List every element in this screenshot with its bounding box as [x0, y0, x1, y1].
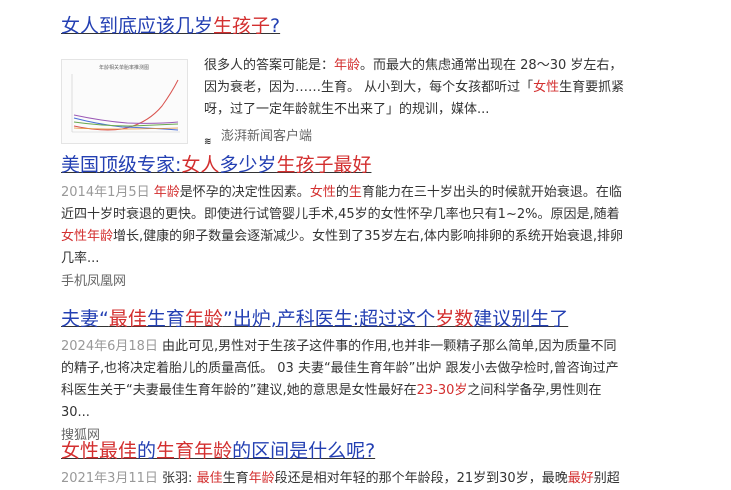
highlighted-keyword: 年龄 [153, 185, 180, 200]
result-source[interactable]: 手机凤凰网 [61, 272, 629, 292]
text-run: 多少岁 [219, 154, 277, 176]
highlighted-keyword: 最好 [567, 471, 594, 486]
highlighted-keyword: 23-30岁 [416, 383, 468, 398]
highlighted-keyword: 最佳 [108, 308, 147, 330]
result-snippet-text: 张羽: 最佳生育年龄段还是相对年轻的那个年龄段，21岁到30岁，最晚最好别超 [162, 471, 620, 486]
highlighted-keyword: 生 [348, 185, 362, 200]
highlighted-keyword: 最佳 [99, 440, 138, 462]
text-run: 生育 [222, 471, 249, 486]
highlighted-keyword: 岁数 [435, 308, 474, 330]
text-run: 别超 [593, 471, 620, 486]
result-date: 2024年6月18日 [61, 339, 158, 354]
search-results-page: 女人到底应该几岁生孩子? 年龄相关单胎率推测图 很多人的答案可能是：年龄。而最大… [0, 0, 731, 490]
thumbnail-title: 年龄相关单胎率推测图 [99, 64, 149, 71]
result-item: 美国顶级专家:女人多少岁生孩子最好 2014年1月5日 年龄是怀孕的决定性因素。… [61, 152, 629, 292]
highlighted-keyword: 女性 [309, 185, 336, 200]
highlighted-keyword: 年龄 [184, 308, 223, 330]
text-run: 的区间是什么呢? [232, 440, 376, 462]
text-run: ? [270, 15, 281, 37]
highlighted-keyword: 生孩子 [213, 15, 271, 37]
result-item: 女性最佳的生育年龄的区间是什么呢? 2021年3月11日 张羽: 最佳生育年龄段… [61, 438, 629, 490]
source-logo-icon: ≋ [204, 131, 217, 147]
text-run: 女人到底应该几岁 [61, 15, 214, 37]
text-run: 的 [137, 440, 157, 462]
result-snippet: 很多人的答案可能是：年龄。而最大的焦虑通常出现在 28～30 岁左右，因为衰老，… [204, 55, 632, 121]
result-snippet: 2024年6月18日 由此可见,男性对于生孩子这件事的作用,也并非一颗精子那么简… [61, 336, 629, 424]
highlighted-keyword: 生育 [156, 440, 195, 462]
result-title-link[interactable]: 女性最佳的生育年龄的区间是什么呢? [61, 438, 629, 464]
highlighted-keyword: 年龄 [194, 440, 233, 462]
highlighted-keyword: 女性 [533, 80, 560, 95]
result-snippet: 2021年3月11日 张羽: 最佳生育年龄段还是相对年轻的那个年龄段，21岁到3… [61, 468, 629, 490]
text-run: 段还是相对年轻的那个年龄段，21岁到30岁，最晚 [274, 471, 568, 486]
highlighted-keyword: 女性 [61, 440, 100, 462]
text-run: 生育 [146, 308, 185, 330]
text-run: 张羽: [162, 471, 197, 486]
result-item: 夫妻“最佳生育年龄”出炉,产科医生:超过这个岁数建议别生了 2024年6月18日… [61, 306, 629, 446]
text-run: 美国顶级专家: [61, 154, 182, 176]
text-run: 的 [335, 185, 349, 200]
result-item: 女人到底应该几岁生孩子? 年龄相关单胎率推测图 很多人的答案可能是：年龄。而最大… [61, 13, 629, 147]
text-run: 增长,健康的卵子数量会逐渐减少。女性到了35岁左右,体内影响排卵的系统开始衰退,… [61, 229, 623, 266]
highlighted-keyword: 女性年龄 [61, 229, 114, 244]
result-title-link[interactable]: 美国顶级专家:女人多少岁生孩子最好 [61, 152, 629, 178]
text-run: 很多人的答案可能是： [204, 58, 335, 73]
result-date: 2014年1月5日 [61, 185, 150, 200]
result-snippet: 2014年1月5日 年龄是怀孕的决定性因素。女性的生育能力在三十岁出头的时候就开… [61, 182, 629, 270]
highlighted-keyword: 生孩子最好 [276, 154, 372, 176]
highlighted-keyword: 年龄 [334, 58, 361, 73]
result-thumbnail[interactable]: 年龄相关单胎率推测图 [61, 59, 188, 144]
text-run: 夫妻“ [61, 308, 109, 330]
text-run: 建议别生了 [473, 308, 569, 330]
text-run: ”出炉,产科医生:超过这个 [222, 308, 436, 330]
text-run: 是怀孕的决定性因素。 [179, 185, 310, 200]
result-source[interactable]: 澎湃新闻客户端 [221, 127, 312, 147]
result-title-link[interactable]: 夫妻“最佳生育年龄”出炉,产科医生:超过这个岁数建议别生了 [61, 306, 629, 332]
highlighted-keyword: 年龄 [248, 471, 275, 486]
highlighted-keyword: 女人 [181, 154, 220, 176]
result-title-link[interactable]: 女人到底应该几岁生孩子? [61, 13, 629, 39]
highlighted-keyword: 最佳 [196, 471, 223, 486]
result-date: 2021年3月11日 [61, 471, 158, 486]
svg-text:≋: ≋ [204, 137, 212, 146]
